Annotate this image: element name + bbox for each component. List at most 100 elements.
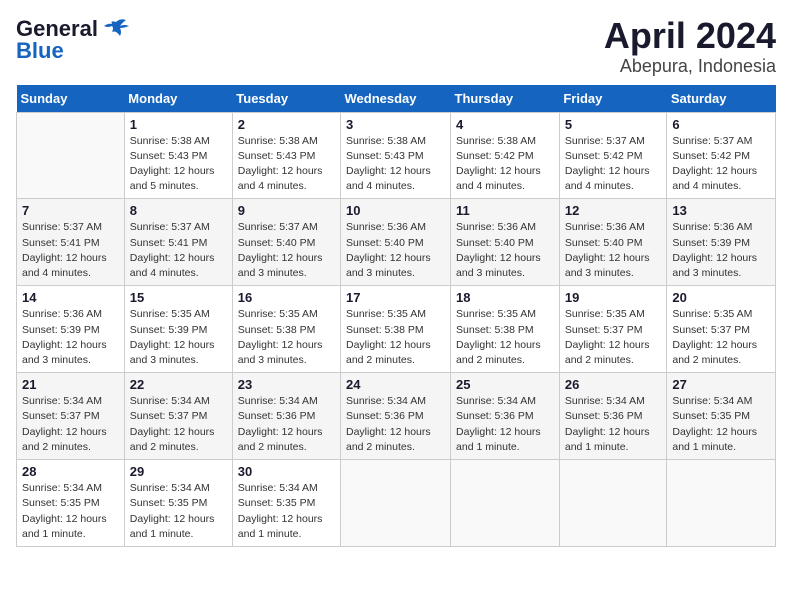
- calendar-cell: 16Sunrise: 5:35 AM Sunset: 5:38 PM Dayli…: [232, 286, 340, 373]
- calendar-cell: 21 Sunrise: 5:34 AM Sunset: 5:37 PM Dayli…: [17, 373, 125, 460]
- day-number: 3: [346, 117, 445, 132]
- day-details: Sunrise: 5:37 AM Sunset: 5:40 PM Dayligh…: [238, 220, 335, 281]
- day-details: Sunrise: 5:38 AM Sunset: 5:42 PM Dayligh…: [456, 134, 554, 195]
- calendar-cell: 15 Sunrise: 5:35 AM Sunset: 5:39 PM Dayli…: [124, 286, 232, 373]
- day-details: Sunrise: 5:38 AM Sunset: 5:43 PM Dayligh…: [130, 134, 227, 195]
- calendar-cell: 12 Sunrise: 5:36 AM Sunset: 5:40 PM Dayli…: [559, 199, 667, 286]
- header-tuesday: Tuesday: [232, 85, 340, 113]
- calendar-cell: 11 Sunrise: 5:36 AM Sunset: 5:40 PM Dayli…: [451, 199, 560, 286]
- header-thursday: Thursday: [451, 85, 560, 113]
- day-number: 11: [456, 203, 554, 218]
- day-number: 21: [22, 377, 119, 392]
- header-saturday: Saturday: [667, 85, 776, 113]
- calendar-cell: 29 Sunrise: 5:34 AM Sunset: 5:35 PM Dayli…: [124, 460, 232, 547]
- day-details: Sunrise: 5:34 AM Sunset: 5:36 PM Dayligh…: [565, 394, 662, 455]
- calendar-cell: 30 Sunrise: 5:34 AM Sunset: 5:35 PM Dayli…: [232, 460, 340, 547]
- calendar-week-row: 28 Sunrise: 5:34 AM Sunset: 5:35 PM Dayli…: [17, 460, 776, 547]
- calendar-cell: 25Sunrise: 5:34 AM Sunset: 5:36 PM Dayli…: [451, 373, 560, 460]
- day-number: 28: [22, 464, 119, 479]
- day-details: Sunrise: 5:36 AM Sunset: 5:40 PM Dayligh…: [456, 220, 554, 281]
- day-details: Sunrise: 5:36 AM Sunset: 5:39 PM Dayligh…: [672, 220, 770, 281]
- day-details: Sunrise: 5:36 AM Sunset: 5:40 PM Dayligh…: [565, 220, 662, 281]
- day-number: 27: [672, 377, 770, 392]
- calendar-week-row: 21 Sunrise: 5:34 AM Sunset: 5:37 PM Dayli…: [17, 373, 776, 460]
- header-monday: Monday: [124, 85, 232, 113]
- calendar-cell: 24 Sunrise: 5:34 AM Sunset: 5:36 PM Dayli…: [341, 373, 451, 460]
- day-details: Sunrise: 5:34 AM Sunset: 5:36 PM Dayligh…: [238, 394, 335, 455]
- calendar-cell: 1 Sunrise: 5:38 AM Sunset: 5:43 PM Daylig…: [124, 112, 232, 199]
- day-details: Sunrise: 5:35 AM Sunset: 5:38 PM Dayligh…: [346, 307, 445, 368]
- calendar-header-row: SundayMondayTuesdayWednesdayThursdayFrid…: [17, 85, 776, 113]
- location-title: Abepura, Indonesia: [604, 56, 776, 77]
- day-number: 30: [238, 464, 335, 479]
- calendar-cell: 18 Sunrise: 5:35 AM Sunset: 5:38 PM Dayli…: [451, 286, 560, 373]
- calendar-cell: 27 Sunrise: 5:34 AM Sunset: 5:35 PM Dayli…: [667, 373, 776, 460]
- logo-bird-icon: [102, 18, 130, 40]
- day-number: 23: [238, 377, 335, 392]
- calendar-week-row: 1 Sunrise: 5:38 AM Sunset: 5:43 PM Daylig…: [17, 112, 776, 199]
- calendar-week-row: 7Sunrise: 5:37 AM Sunset: 5:41 PM Daylig…: [17, 199, 776, 286]
- day-details: Sunrise: 5:34 AM Sunset: 5:36 PM Dayligh…: [346, 394, 445, 455]
- day-number: 12: [565, 203, 662, 218]
- day-number: 24: [346, 377, 445, 392]
- day-details: Sunrise: 5:35 AM Sunset: 5:39 PM Dayligh…: [130, 307, 227, 368]
- calendar-cell: 10 Sunrise: 5:36 AM Sunset: 5:40 PM Dayli…: [341, 199, 451, 286]
- calendar-cell: 28Sunrise: 5:34 AM Sunset: 5:35 PM Dayli…: [17, 460, 125, 547]
- day-number: 14: [22, 290, 119, 305]
- day-number: 17: [346, 290, 445, 305]
- calendar-cell: [667, 460, 776, 547]
- calendar-table: SundayMondayTuesdayWednesdayThursdayFrid…: [16, 85, 776, 547]
- day-details: Sunrise: 5:34 AM Sunset: 5:37 PM Dayligh…: [22, 394, 119, 455]
- day-details: Sunrise: 5:36 AM Sunset: 5:40 PM Dayligh…: [346, 220, 445, 281]
- day-details: Sunrise: 5:34 AM Sunset: 5:35 PM Dayligh…: [238, 481, 335, 542]
- calendar-cell: 3 Sunrise: 5:38 AM Sunset: 5:43 PM Daylig…: [341, 112, 451, 199]
- day-number: 20: [672, 290, 770, 305]
- day-number: 1: [130, 117, 227, 132]
- calendar-cell: 14Sunrise: 5:36 AM Sunset: 5:39 PM Dayli…: [17, 286, 125, 373]
- calendar-cell: 8 Sunrise: 5:37 AM Sunset: 5:41 PM Daylig…: [124, 199, 232, 286]
- header-wednesday: Wednesday: [341, 85, 451, 113]
- day-number: 29: [130, 464, 227, 479]
- day-number: 8: [130, 203, 227, 218]
- day-number: 13: [672, 203, 770, 218]
- calendar-cell: 20Sunrise: 5:35 AM Sunset: 5:37 PM Dayli…: [667, 286, 776, 373]
- title-area: April 2024 Abepura, Indonesia: [604, 16, 776, 77]
- day-number: 9: [238, 203, 335, 218]
- calendar-cell: 5Sunrise: 5:37 AM Sunset: 5:42 PM Daylig…: [559, 112, 667, 199]
- day-details: Sunrise: 5:35 AM Sunset: 5:38 PM Dayligh…: [456, 307, 554, 368]
- day-details: Sunrise: 5:38 AM Sunset: 5:43 PM Dayligh…: [238, 134, 335, 195]
- day-number: 2: [238, 117, 335, 132]
- day-details: Sunrise: 5:38 AM Sunset: 5:43 PM Dayligh…: [346, 134, 445, 195]
- day-details: Sunrise: 5:34 AM Sunset: 5:36 PM Dayligh…: [456, 394, 554, 455]
- calendar-cell: 22 Sunrise: 5:34 AM Sunset: 5:37 PM Dayli…: [124, 373, 232, 460]
- day-details: Sunrise: 5:34 AM Sunset: 5:35 PM Dayligh…: [672, 394, 770, 455]
- calendar-cell: [559, 460, 667, 547]
- calendar-cell: [17, 112, 125, 199]
- day-number: 4: [456, 117, 554, 132]
- calendar-week-row: 14Sunrise: 5:36 AM Sunset: 5:39 PM Dayli…: [17, 286, 776, 373]
- calendar-cell: 6Sunrise: 5:37 AM Sunset: 5:42 PM Daylig…: [667, 112, 776, 199]
- month-title: April 2024: [604, 16, 776, 56]
- calendar-cell: 23 Sunrise: 5:34 AM Sunset: 5:36 PM Dayli…: [232, 373, 340, 460]
- day-number: 15: [130, 290, 227, 305]
- calendar-cell: 7Sunrise: 5:37 AM Sunset: 5:41 PM Daylig…: [17, 199, 125, 286]
- day-number: 19: [565, 290, 662, 305]
- calendar-cell: 17 Sunrise: 5:35 AM Sunset: 5:38 PM Dayli…: [341, 286, 451, 373]
- day-number: 18: [456, 290, 554, 305]
- day-details: Sunrise: 5:37 AM Sunset: 5:41 PM Dayligh…: [130, 220, 227, 281]
- day-number: 10: [346, 203, 445, 218]
- day-details: Sunrise: 5:34 AM Sunset: 5:37 PM Dayligh…: [130, 394, 227, 455]
- day-details: Sunrise: 5:37 AM Sunset: 5:42 PM Dayligh…: [672, 134, 770, 195]
- logo: General Blue: [16, 16, 130, 64]
- day-number: 26: [565, 377, 662, 392]
- day-number: 5: [565, 117, 662, 132]
- day-number: 22: [130, 377, 227, 392]
- day-details: Sunrise: 5:35 AM Sunset: 5:38 PM Dayligh…: [238, 307, 335, 368]
- calendar-cell: [341, 460, 451, 547]
- calendar-cell: 19 Sunrise: 5:35 AM Sunset: 5:37 PM Dayli…: [559, 286, 667, 373]
- day-details: Sunrise: 5:34 AM Sunset: 5:35 PM Dayligh…: [130, 481, 227, 542]
- calendar-cell: 9 Sunrise: 5:37 AM Sunset: 5:40 PM Daylig…: [232, 199, 340, 286]
- calendar-cell: 2 Sunrise: 5:38 AM Sunset: 5:43 PM Daylig…: [232, 112, 340, 199]
- header-friday: Friday: [559, 85, 667, 113]
- day-details: Sunrise: 5:35 AM Sunset: 5:37 PM Dayligh…: [565, 307, 662, 368]
